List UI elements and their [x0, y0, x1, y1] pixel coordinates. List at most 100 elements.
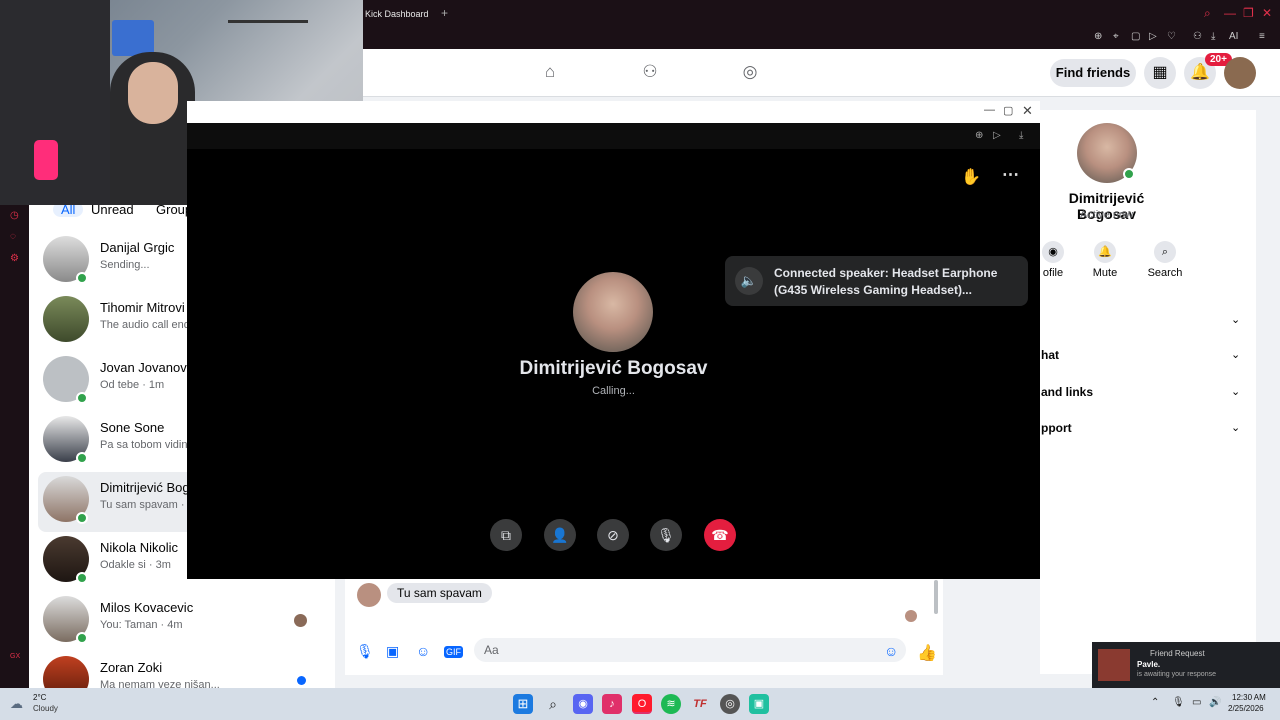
- chevron-down-icon[interactable]: ⌄: [1231, 313, 1240, 326]
- message-input[interactable]: Aa: [474, 638, 906, 662]
- profile-status: Active now: [1079, 209, 1134, 221]
- chat-name: Jovan Jovanovi: [100, 360, 190, 375]
- history-icon[interactable]: ◷: [10, 210, 19, 221]
- toast-body: is awaiting your response: [1137, 671, 1216, 678]
- play-icon[interactable]: ▷: [1149, 31, 1157, 42]
- bell-icon: 🔔: [1094, 241, 1116, 263]
- play-icon[interactable]: ▷: [993, 130, 1001, 141]
- volume-icon[interactable]: 🔊: [1209, 697, 1221, 708]
- app-icon[interactable]: ▣: [749, 694, 769, 714]
- display-icon[interactable]: ▭: [1192, 697, 1201, 708]
- emoji-icon[interactable]: ☺: [884, 643, 898, 659]
- menu-grid-icon[interactable]: ▦: [1144, 57, 1176, 89]
- discord-icon[interactable]: ◉: [573, 694, 593, 714]
- chat-preview: Odakle si · 3m: [100, 559, 171, 571]
- tiktok-icon[interactable]: ♪: [602, 694, 622, 714]
- download-icon[interactable]: ⤓: [1019, 130, 1023, 141]
- section-media-links[interactable]: and links: [1041, 385, 1093, 399]
- maximize-button[interactable]: ❐: [1243, 6, 1254, 20]
- chat-preview: Tu sam spavam · 3: [100, 499, 194, 511]
- weather-icon[interactable]: ☁: [10, 696, 23, 712]
- mute-action[interactable]: 🔔 Mute: [1085, 241, 1125, 279]
- search-icon[interactable]: ⌕: [1204, 6, 1211, 21]
- groups-icon[interactable]: ◎: [739, 62, 761, 84]
- mic-icon[interactable]: 🎙: [1172, 697, 1185, 708]
- friends-icon[interactable]: ⚇: [639, 62, 661, 84]
- speaker-toast: 🔈 Connected speaker: Headset Earphone (G…: [725, 256, 1028, 306]
- app-tf-icon[interactable]: TF: [690, 694, 710, 714]
- clock-date[interactable]: 2/25/2026: [1228, 704, 1264, 713]
- chevron-down-icon[interactable]: ⌄: [1231, 421, 1240, 434]
- share-screen-button[interactable]: ⧉: [490, 519, 522, 551]
- gif-icon[interactable]: GIF: [444, 646, 463, 658]
- search-action[interactable]: ⌕ Search: [1145, 241, 1185, 279]
- settings-icon[interactable]: ⚙: [10, 253, 19, 264]
- friend-request-toast[interactable]: Friend Request Pavle. is awaiting your r…: [1092, 642, 1280, 688]
- opera-gx-icon[interactable]: O: [632, 694, 652, 714]
- avatar: [43, 656, 89, 688]
- weather-desc[interactable]: Cloudy: [33, 704, 58, 713]
- more-options-icon[interactable]: ⋯: [1002, 165, 1019, 185]
- close-button[interactable]: ✕: [1262, 6, 1272, 20]
- screenshot-icon[interactable]: ▢: [1131, 31, 1140, 42]
- chat-name: Danijal Grgic: [100, 240, 175, 255]
- wave-hand-icon[interactable]: ✋: [961, 167, 981, 187]
- ai-button[interactable]: AI: [1229, 31, 1238, 42]
- search-icon: ⌕: [1154, 241, 1176, 263]
- close-button[interactable]: ✕: [1022, 103, 1033, 119]
- online-indicator: [76, 632, 88, 644]
- toast-title: Friend Request: [1150, 649, 1205, 658]
- browser-tab[interactable]: Kick Dashboard: [365, 9, 429, 19]
- chat-name: Dimitrijević Bog: [100, 480, 190, 495]
- chevron-up-icon[interactable]: ⌃: [1151, 697, 1159, 708]
- camera-off-button[interactable]: ⊘: [597, 519, 629, 551]
- start-icon[interactable]: ⊞: [513, 694, 533, 714]
- zoom-icon[interactable]: ⊕: [1094, 31, 1102, 42]
- chevron-down-icon[interactable]: ⌄: [1231, 348, 1240, 361]
- sender-avatar: [357, 583, 381, 607]
- search-icon[interactable]: ⌕: [543, 694, 563, 714]
- menu-icon[interactable]: ≡: [1259, 31, 1265, 42]
- exit-icon[interactable]: GX: [10, 653, 20, 660]
- chat-item[interactable]: Zoran Zoki Ma nemam veze nišan...: [38, 652, 328, 688]
- messenger-icon[interactable]: ◌: [10, 231, 16, 242]
- mic-off-button[interactable]: 🎙: [650, 519, 682, 551]
- heart-icon[interactable]: ♡: [1167, 31, 1176, 42]
- find-friends-button[interactable]: Find friends: [1050, 59, 1136, 87]
- chat-name: Tihomir Mitrovi: [100, 300, 185, 315]
- new-tab-button[interactable]: +: [441, 6, 448, 20]
- profile-icon[interactable]: ⚇: [1193, 31, 1202, 42]
- minimize-button[interactable]: —: [984, 104, 995, 116]
- facebook-header: [363, 49, 1280, 97]
- section-chat[interactable]: hat: [1041, 348, 1059, 362]
- profile-action[interactable]: ◉ ofile: [1033, 241, 1073, 279]
- spotify-icon[interactable]: ≋: [661, 694, 681, 714]
- browser-sidebar: [0, 205, 29, 688]
- account-avatar[interactable]: [1224, 57, 1256, 89]
- mic-icon[interactable]: 🎙: [356, 643, 374, 660]
- zoom-icon[interactable]: ⊕: [975, 130, 983, 141]
- sticker-icon[interactable]: ☺: [416, 643, 430, 659]
- like-icon[interactable]: 👍: [917, 643, 937, 663]
- add-person-button[interactable]: 👤: [544, 519, 576, 551]
- home-icon[interactable]: ⌂: [539, 62, 561, 84]
- profile-icon: ◉: [1042, 241, 1064, 263]
- chevron-down-icon[interactable]: ⌄: [1231, 385, 1240, 398]
- minimize-button[interactable]: —: [1224, 6, 1236, 20]
- monitor-glow: [112, 20, 154, 56]
- chat-preview: Od tebe · 1m: [100, 379, 165, 391]
- clock-time[interactable]: 12:30 AM: [1232, 693, 1266, 702]
- chat-item[interactable]: Milos Kovacevic You: Taman · 4m: [38, 592, 328, 652]
- download-icon[interactable]: ⤓: [1211, 31, 1215, 42]
- photo-icon[interactable]: ▣: [386, 643, 399, 660]
- scrollbar[interactable]: [934, 580, 938, 614]
- section-support[interactable]: pport: [1041, 421, 1072, 435]
- end-call-button[interactable]: ☎: [704, 519, 736, 551]
- streamer-face: [128, 62, 178, 124]
- obs-icon[interactable]: ◎: [720, 694, 740, 714]
- weather-temp[interactable]: 2°C: [33, 693, 46, 702]
- chat-name: Sone Sone: [100, 420, 165, 435]
- call-url-bar: ⊕ ▷ ⤓: [187, 123, 1040, 149]
- maximize-button[interactable]: ▢: [1003, 104, 1013, 117]
- pin-icon[interactable]: ⌖: [1113, 31, 1119, 42]
